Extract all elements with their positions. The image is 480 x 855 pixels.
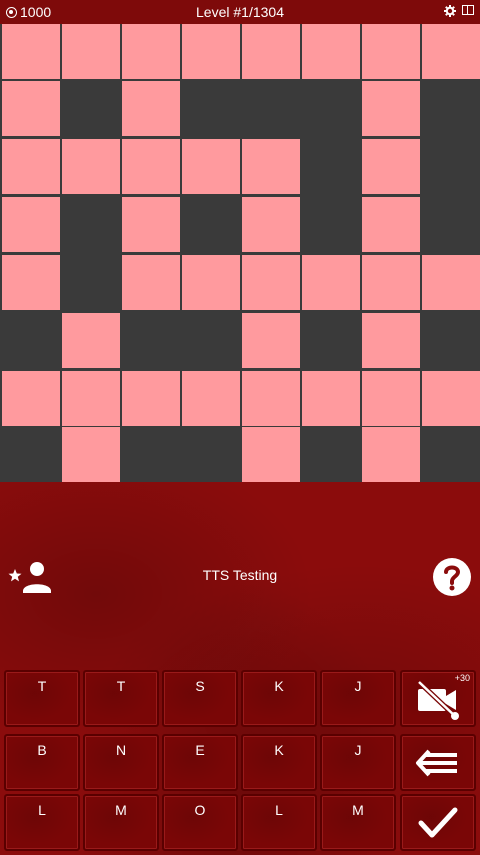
letter-key[interactable]: J bbox=[320, 670, 396, 727]
letter-key[interactable]: J bbox=[320, 734, 396, 791]
grid-cell-r4c3[interactable] bbox=[122, 197, 180, 252]
letter-key[interactable]: M bbox=[83, 794, 159, 851]
letter-key[interactable]: N bbox=[83, 734, 159, 791]
grid-cell-r1c3[interactable] bbox=[122, 24, 180, 79]
grid-cell-r1c4[interactable] bbox=[182, 24, 240, 79]
grid-cell-r5c3[interactable] bbox=[122, 255, 180, 310]
grid-cell-r1c8[interactable] bbox=[422, 24, 480, 79]
grid-cell-r4c7[interactable] bbox=[362, 197, 420, 252]
grid-cell-r7c3[interactable] bbox=[122, 371, 180, 426]
grid-cell-r3c3[interactable] bbox=[122, 139, 180, 194]
clue-row: TTS Testing bbox=[0, 557, 480, 597]
grid-cell-r8c5[interactable] bbox=[242, 427, 300, 482]
grid-cell-r7c8[interactable] bbox=[422, 371, 480, 426]
help-icon[interactable] bbox=[432, 557, 472, 597]
grid-cell-r6c7[interactable] bbox=[362, 313, 420, 368]
grid-cell-r6c5[interactable] bbox=[242, 313, 300, 368]
grid-cell-r7c4[interactable] bbox=[182, 371, 240, 426]
status-bar: 1000 Level #1/1304 bbox=[0, 0, 480, 24]
grid-cell-r7c7[interactable] bbox=[362, 371, 420, 426]
letter-key[interactable]: K bbox=[241, 734, 317, 791]
submit-button[interactable] bbox=[400, 794, 476, 851]
grid-cell-r6c2[interactable] bbox=[62, 313, 120, 368]
letter-key[interactable]: T bbox=[83, 670, 159, 727]
grid-cell-r3c1[interactable] bbox=[2, 139, 60, 194]
backspace-icon bbox=[416, 749, 457, 776]
letter-key[interactable]: K bbox=[241, 670, 317, 727]
letter-key[interactable]: B bbox=[4, 734, 80, 791]
clue-text: TTS Testing bbox=[202, 567, 278, 583]
letter-key[interactable]: L bbox=[241, 794, 317, 851]
grid-cell-r5c6[interactable] bbox=[302, 255, 360, 310]
grid-cell-r2c1[interactable] bbox=[2, 81, 60, 136]
grid-cell-r7c5[interactable] bbox=[242, 371, 300, 426]
check-icon bbox=[418, 807, 458, 837]
grid-cell-r3c4[interactable] bbox=[182, 139, 240, 194]
grid-cell-r1c1[interactable] bbox=[2, 24, 60, 79]
grid-cell-r4c5[interactable] bbox=[242, 197, 300, 252]
grid-cell-r5c5[interactable] bbox=[242, 255, 300, 310]
dual-screen-icon[interactable] bbox=[462, 5, 474, 15]
crossword-grid bbox=[0, 24, 480, 482]
gear-icon[interactable] bbox=[444, 5, 456, 17]
grid-cell-r7c1[interactable] bbox=[2, 371, 60, 426]
video-hint-button[interactable]: +30 bbox=[400, 670, 476, 727]
video-off-icon bbox=[417, 679, 459, 720]
bottom-panel: TTS Testing TTSKJBNEKJLMOLM +30 bbox=[0, 482, 480, 855]
letter-key[interactable]: S bbox=[162, 670, 238, 727]
grid-cell-r1c6[interactable] bbox=[302, 24, 360, 79]
grid-cell-r2c7[interactable] bbox=[362, 81, 420, 136]
grid-cell-r2c3[interactable] bbox=[122, 81, 180, 136]
letter-key[interactable]: O bbox=[162, 794, 238, 851]
grid-cell-r5c7[interactable] bbox=[362, 255, 420, 310]
grid-cell-r1c7[interactable] bbox=[362, 24, 420, 79]
grid-cell-r7c6[interactable] bbox=[302, 371, 360, 426]
grid-cell-r5c4[interactable] bbox=[182, 255, 240, 310]
letter-key[interactable]: L bbox=[4, 794, 80, 851]
grid-cell-r8c2[interactable] bbox=[62, 427, 120, 482]
grid-cell-r3c2[interactable] bbox=[62, 139, 120, 194]
letter-key[interactable]: M bbox=[320, 794, 396, 851]
grid-cell-r3c7[interactable] bbox=[362, 139, 420, 194]
level-indicator: Level #1/1304 bbox=[196, 4, 284, 20]
letter-key[interactable]: E bbox=[162, 734, 238, 791]
grid-cell-r5c1[interactable] bbox=[2, 255, 60, 310]
grid-cell-r1c5[interactable] bbox=[242, 24, 300, 79]
grid-cell-r1c2[interactable] bbox=[62, 24, 120, 79]
grid-cell-r7c2[interactable] bbox=[62, 371, 120, 426]
grid-cell-r5c8[interactable] bbox=[422, 255, 480, 310]
grid-cell-r3c5[interactable] bbox=[242, 139, 300, 194]
grid-cell-r8c7[interactable] bbox=[362, 427, 420, 482]
letter-key[interactable]: T bbox=[4, 670, 80, 727]
grid-cell-r4c1[interactable] bbox=[2, 197, 60, 252]
backspace-button[interactable] bbox=[400, 734, 476, 791]
